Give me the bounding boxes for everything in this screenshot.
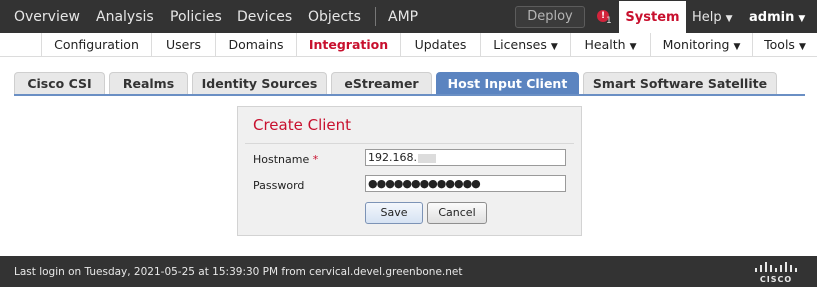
tab-realms[interactable]: Realms bbox=[109, 72, 188, 94]
subnav-label: Integration bbox=[308, 37, 389, 52]
integration-tabs: Cisco CSI Realms Identity Sources eStrea… bbox=[14, 72, 805, 96]
tab-estreamer[interactable]: eStreamer bbox=[331, 72, 432, 94]
nav-policies[interactable]: Policies bbox=[170, 0, 222, 33]
nav-devices[interactable]: Devices bbox=[237, 0, 292, 33]
hostname-value: 192.168. bbox=[368, 151, 417, 164]
chevron-down-icon: ▼ bbox=[798, 42, 806, 52]
hostname-input[interactable]: 192.168. bbox=[365, 149, 566, 166]
user-menu[interactable]: admin ▼ bbox=[749, 0, 805, 33]
subnav-label: Updates bbox=[414, 37, 467, 52]
subnav-health[interactable]: Health ▼ bbox=[570, 33, 650, 57]
subnav-label: Domains bbox=[228, 37, 284, 52]
subnav-integration[interactable]: Integration bbox=[296, 33, 400, 57]
tab-smart-software-satellite[interactable]: Smart Software Satellite bbox=[583, 72, 777, 94]
tab-identity-sources[interactable]: Identity Sources bbox=[192, 72, 327, 94]
cisco-logo-icon: CISCO bbox=[755, 262, 797, 283]
password-label: Password bbox=[253, 179, 305, 192]
required-mark: * bbox=[312, 153, 319, 166]
sub-nav-bar: Configuration Users Domains Integration … bbox=[0, 33, 817, 57]
subnav-domains[interactable]: Domains bbox=[215, 33, 296, 57]
hostname-label-text: Hostname bbox=[253, 153, 310, 166]
nav-objects[interactable]: Objects bbox=[308, 0, 361, 33]
subnav-configuration[interactable]: Configuration bbox=[41, 33, 151, 57]
tab-host-input-client[interactable]: Host Input Client bbox=[436, 72, 579, 94]
subnav-licenses[interactable]: Licenses ▼ bbox=[480, 33, 570, 57]
subnav-updates[interactable]: Updates bbox=[400, 33, 480, 57]
help-menu[interactable]: Help ▼ bbox=[692, 0, 733, 33]
chevron-down-icon: ▼ bbox=[733, 42, 741, 52]
subnav-users[interactable]: Users bbox=[151, 33, 215, 57]
help-label: Help bbox=[692, 10, 722, 25]
subnav-label: Licenses bbox=[493, 37, 547, 52]
top-nav-bar: Overview Analysis Policies Devices Objec… bbox=[0, 0, 817, 33]
subnav-label: Users bbox=[165, 37, 201, 52]
hostname-label: Hostname * bbox=[253, 153, 318, 166]
subnav-tools[interactable]: Tools ▼ bbox=[752, 33, 817, 57]
subnav-label: Configuration bbox=[54, 37, 139, 52]
cisco-logo-text: CISCO bbox=[760, 275, 792, 283]
create-client-panel: Create Client Hostname * 192.168. Passwo… bbox=[237, 106, 582, 236]
last-login-text: Last login on Tuesday, 2021-05-25 at 15:… bbox=[14, 266, 463, 278]
chevron-down-icon: ▼ bbox=[725, 14, 733, 24]
nav-analysis[interactable]: Analysis bbox=[96, 0, 154, 33]
user-label: admin bbox=[749, 10, 795, 25]
subnav-label: Monitoring bbox=[662, 37, 730, 52]
alert-count: 1 bbox=[606, 16, 612, 26]
nav-amp[interactable]: AMP bbox=[388, 0, 418, 33]
chevron-down-icon: ▼ bbox=[629, 42, 637, 52]
nav-overview[interactable]: Overview bbox=[14, 0, 80, 33]
cancel-button[interactable]: Cancel bbox=[427, 202, 487, 224]
nav-system[interactable]: System bbox=[619, 1, 686, 33]
redacted-block bbox=[417, 153, 436, 163]
nav-divider bbox=[375, 7, 376, 26]
deploy-button[interactable]: Deploy bbox=[515, 6, 585, 28]
subnav-monitoring[interactable]: Monitoring ▼ bbox=[650, 33, 752, 57]
chevron-down-icon: ▼ bbox=[798, 14, 806, 24]
tab-cisco-csi[interactable]: Cisco CSI bbox=[14, 72, 105, 94]
save-button[interactable]: Save bbox=[365, 202, 423, 224]
panel-title: Create Client bbox=[253, 116, 352, 134]
chevron-down-icon: ▼ bbox=[550, 42, 558, 52]
footer-bar: Last login on Tuesday, 2021-05-25 at 15:… bbox=[0, 256, 817, 287]
subnav-label: Tools bbox=[764, 37, 795, 52]
subnav-label: Health bbox=[584, 37, 626, 52]
panel-divider bbox=[245, 143, 574, 144]
password-input[interactable]: ●●●●●●●●●●●●● bbox=[365, 175, 566, 192]
